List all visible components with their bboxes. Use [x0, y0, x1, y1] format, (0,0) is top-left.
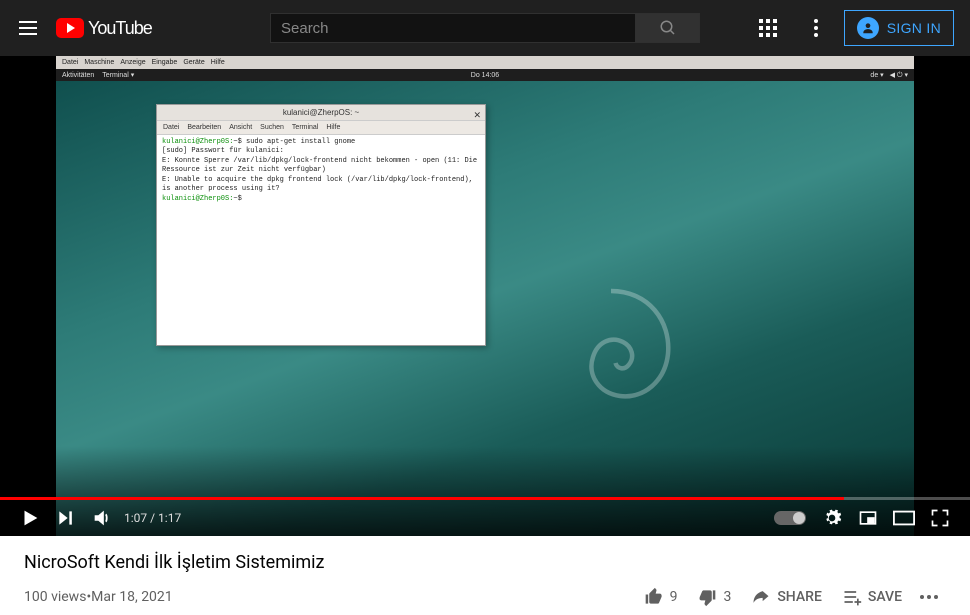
term-menu-item: Datei: [163, 124, 179, 131]
fullscreen-icon: [930, 508, 950, 528]
term-menu-item: Bearbeiten: [187, 124, 221, 131]
terminal-title: kulanici@ZherpOS: ~: [283, 108, 359, 117]
youtube-play-icon: [56, 18, 84, 38]
youtube-logo-text: YouTube: [88, 18, 152, 39]
term-prompt: kulanici@Zherp0S:: [162, 195, 233, 203]
term-line: ~$: [233, 195, 241, 203]
apps-button[interactable]: [748, 8, 788, 48]
vm-menu-item: Maschine: [84, 59, 114, 66]
search-bar: [270, 13, 700, 43]
term-menu-item: Ansicht: [229, 124, 252, 131]
video-metadata: NicroSoft Kendi İlk İşletim Sistemimiz 1…: [0, 536, 970, 615]
current-time: 1:07: [124, 511, 147, 525]
vm-menu-item: Datei: [62, 59, 78, 66]
autoplay-toggle[interactable]: [774, 511, 806, 525]
time-display: 1:07 / 1:17: [124, 511, 181, 525]
header-left: YouTube: [16, 16, 152, 40]
avatar-icon: [857, 17, 879, 39]
share-label: SHARE: [777, 589, 822, 605]
term-menu-item: Terminal: [292, 124, 318, 131]
vm-menu-item: Anzeige: [120, 59, 145, 66]
term-menu-item: Suchen: [260, 124, 284, 131]
term-line: E: Konnte Sperre /var/lib/dpkg/lock-fron…: [162, 157, 480, 176]
search-button[interactable]: [636, 13, 700, 43]
theater-button[interactable]: [886, 500, 922, 536]
volume-icon: [91, 507, 113, 529]
search-input[interactable]: [270, 13, 636, 43]
meta-row: 100 views • Mar 18, 2021 9 3 SHARE SAVE: [24, 579, 946, 615]
debian-swirl-icon: [536, 276, 686, 426]
save-label: SAVE: [868, 589, 902, 605]
apps-grid-icon: [759, 19, 777, 37]
like-button[interactable]: 9: [634, 579, 688, 615]
play-button[interactable]: [12, 500, 48, 536]
like-count: 9: [670, 589, 678, 605]
share-button[interactable]: SHARE: [741, 579, 832, 615]
vm-menu-item: Hilfe: [211, 59, 225, 66]
terminal-menubar: Datei Bearbeiten Ansicht Suchen Terminal…: [157, 121, 485, 135]
duration: 1:17: [158, 511, 181, 525]
volume-button[interactable]: [84, 500, 120, 536]
save-icon: [842, 587, 862, 607]
thumbs-up-icon: [644, 587, 664, 607]
more-actions-button[interactable]: [912, 595, 946, 599]
vm-menu-item: Eingabe: [152, 59, 178, 66]
save-button[interactable]: SAVE: [832, 579, 912, 615]
lang-indicator: de ▾: [870, 71, 883, 79]
action-bar: 9 3 SHARE SAVE: [634, 579, 946, 615]
app-indicator: Terminal ▾: [102, 71, 134, 79]
dots-vertical-icon: [814, 19, 818, 37]
video-player: Datei Maschine Anzeige Eingabe Geräte Hi…: [0, 56, 970, 536]
terminal-titlebar: kulanici@ZherpOS: ~ ✕: [157, 105, 485, 121]
signin-button[interactable]: SIGN IN: [844, 10, 954, 46]
system-icons: ◀ ⏻ ▾: [890, 71, 908, 80]
search-icon: [659, 19, 677, 37]
term-line: ~$ sudo apt-get install gnome: [233, 138, 355, 146]
term-prompt: kulanici@Zherp0S:: [162, 138, 233, 146]
next-icon: [56, 508, 76, 528]
dislike-count: 3: [723, 589, 731, 605]
miniplayer-icon: [858, 508, 878, 528]
upload-date: Mar 18, 2021: [91, 589, 173, 605]
term-line: E: Unable to acquire the dpkg frontend l…: [162, 176, 480, 195]
gnome-topbar: Aktivitäten Terminal ▾ Do 14:06 de ▾ ◀ ⏻ …: [56, 69, 914, 81]
next-button[interactable]: [48, 500, 84, 536]
header-right: SIGN IN: [748, 8, 954, 48]
thumbs-down-icon: [697, 587, 717, 607]
activities-label: Aktivitäten: [62, 72, 94, 79]
term-line: [sudo] Passwort für kulanici:: [162, 147, 480, 156]
app-header: YouTube SIGN IN: [0, 0, 970, 56]
terminal-body: kulanici@Zherp0S:~$ sudo apt-get install…: [157, 135, 485, 345]
settings-button[interactable]: [814, 500, 850, 536]
close-icon: ✕: [473, 107, 481, 123]
vm-menubar: Datei Maschine Anzeige Eingabe Geräte Hi…: [56, 56, 914, 69]
signin-label: SIGN IN: [887, 20, 941, 36]
term-menu-item: Hilfe: [326, 124, 340, 131]
view-count: 100 views: [24, 589, 86, 605]
fullscreen-button[interactable]: [922, 500, 958, 536]
video-title: NicroSoft Kendi İlk İşletim Sistemimiz: [24, 552, 946, 573]
play-icon: [19, 507, 41, 529]
hamburger-menu-icon[interactable]: [16, 16, 40, 40]
theater-icon: [893, 510, 915, 526]
terminal-window: kulanici@ZherpOS: ~ ✕ Datei Bearbeiten A…: [156, 104, 486, 346]
vm-menu-item: Geräte: [183, 59, 204, 66]
gear-icon: [822, 508, 842, 528]
clock: Do 14:06: [471, 72, 499, 79]
dislike-button[interactable]: 3: [687, 579, 741, 615]
miniplayer-button[interactable]: [850, 500, 886, 536]
player-controls: 1:07 / 1:17: [0, 500, 970, 536]
settings-button[interactable]: [796, 8, 836, 48]
share-icon: [751, 587, 771, 607]
youtube-logo[interactable]: YouTube: [56, 18, 152, 39]
